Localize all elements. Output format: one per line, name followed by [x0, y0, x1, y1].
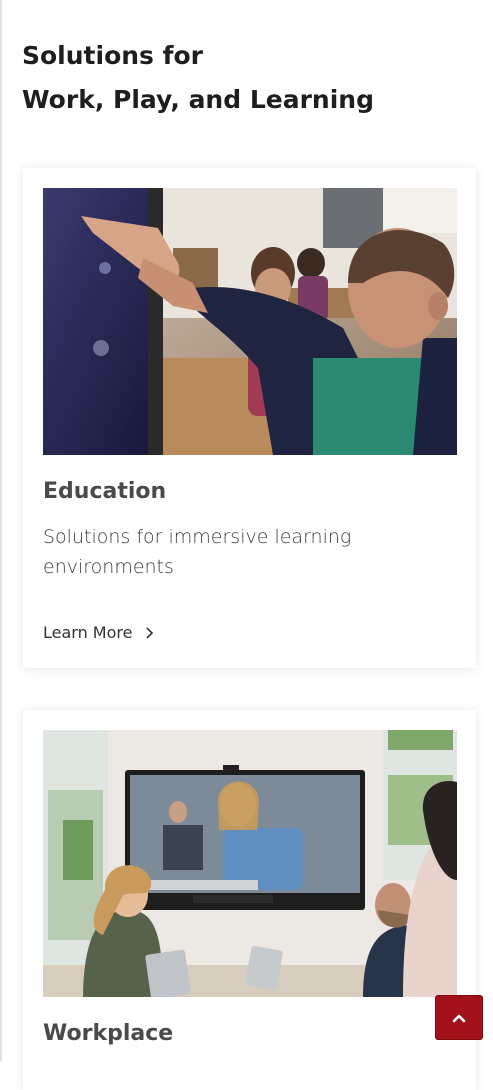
workplace-card[interactable]: Workplace	[23, 710, 476, 1090]
section-heading: Solutions for Work, Play, and Learning	[22, 34, 374, 122]
section-heading-line-1: Solutions for	[22, 41, 204, 70]
meeting-room-photo	[43, 730, 457, 997]
education-title: Education	[43, 479, 167, 504]
classroom-photo	[43, 188, 457, 455]
education-learn-more-link[interactable]: Learn More	[43, 623, 154, 642]
page-left-border	[0, 0, 2, 1061]
workplace-image[interactable]	[43, 730, 457, 997]
back-to-top-button[interactable]	[435, 995, 483, 1040]
education-image[interactable]	[43, 188, 457, 455]
education-card[interactable]: Education Solutions for immersive learni…	[23, 168, 476, 668]
learn-more-label: Learn More	[43, 623, 133, 642]
education-description: Solutions for immersive learning environ…	[43, 526, 352, 578]
section-heading-line-2: Work, Play, and Learning	[22, 85, 374, 114]
chevron-up-icon	[452, 1014, 466, 1022]
chevron-right-icon	[146, 626, 154, 639]
workplace-title: Workplace	[43, 1021, 174, 1046]
